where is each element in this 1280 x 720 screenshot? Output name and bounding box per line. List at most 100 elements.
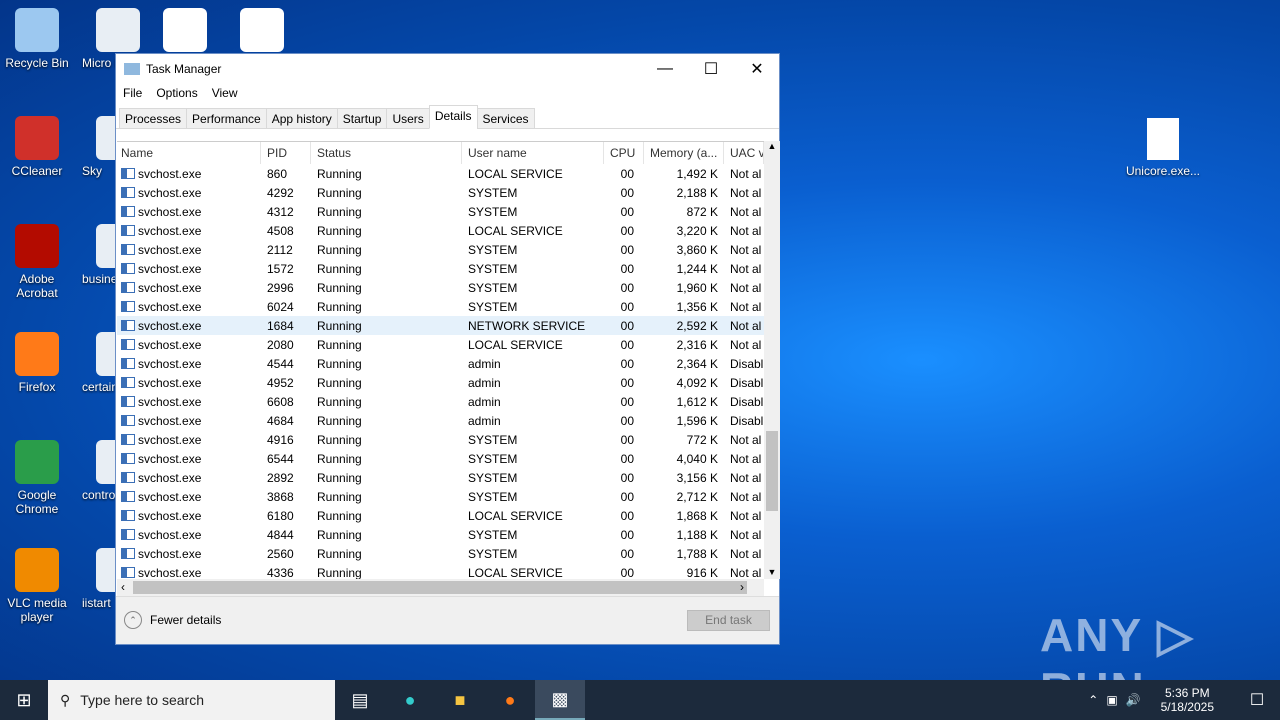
notifications-icon[interactable]: ☐ bbox=[1234, 690, 1280, 710]
table-row[interactable]: svchost.exe 2080 Running LOCAL SERVICE 00 2,3… bbox=[117, 335, 764, 354]
tab-app-history[interactable]: App history bbox=[265, 108, 338, 129]
chevron-up-icon[interactable]: ⌃ bbox=[1088, 693, 1098, 707]
cell: svchost.exe bbox=[138, 470, 202, 485]
table-row[interactable]: svchost.exe 6544 Running SYSTEM 00 4,040 K Not… bbox=[117, 449, 764, 468]
network-icon[interactable]: ▣ bbox=[1106, 693, 1117, 707]
cell: svchost.exe bbox=[138, 356, 202, 371]
cell: 1,492 K bbox=[676, 166, 718, 181]
cell: SYSTEM bbox=[468, 432, 518, 447]
cell: 1,612 K bbox=[676, 394, 718, 409]
cell: 00 bbox=[620, 508, 634, 523]
table-row[interactable]: svchost.exe 4684 Running admin 00 1,596 K Disa… bbox=[117, 411, 764, 430]
table-row[interactable]: svchost.exe 2112 Running SYSTEM 00 3,860 K Not… bbox=[117, 240, 764, 259]
task-view-icon[interactable]: ▤ bbox=[335, 680, 385, 720]
tab-details[interactable]: Details bbox=[428, 105, 478, 129]
menu-view[interactable]: View bbox=[212, 86, 238, 100]
desktop-icon[interactable]: CCleaner bbox=[0, 116, 74, 178]
cell: Running bbox=[317, 318, 362, 333]
table-row[interactable]: svchost.exe 6180 Running LOCAL SERVICE 00 1,8… bbox=[117, 506, 764, 525]
desktop-file-unicore[interactable]: Unicore.exe... bbox=[1125, 118, 1201, 178]
tab-startup[interactable]: Startup bbox=[336, 108, 388, 129]
cell: LOCAL SERVICE bbox=[468, 223, 563, 238]
firefox-icon[interactable]: ● bbox=[485, 680, 535, 720]
clock[interactable]: 5:36 PM 5/18/2025 bbox=[1161, 686, 1214, 714]
cell: 00 bbox=[620, 261, 634, 276]
tab-users[interactable]: Users bbox=[386, 108, 430, 129]
cell: 00 bbox=[620, 546, 634, 561]
desktop-icon-word-doc[interactable] bbox=[148, 8, 222, 56]
cell: 2,364 K bbox=[676, 356, 718, 371]
volume-icon[interactable]: 🔊 bbox=[1126, 693, 1141, 707]
table-row[interactable]: svchost.exe 4508 Running LOCAL SERVICE 00 3,2… bbox=[117, 221, 764, 240]
maximize-button[interactable]: ☐ bbox=[688, 54, 734, 83]
process-icon bbox=[121, 320, 135, 331]
table-row[interactable]: svchost.exe 1684 Running NETWORK SERVICE 00 2… bbox=[117, 316, 764, 335]
table-row[interactable]: svchost.exe 4844 Running SYSTEM 00 1,188 K Not… bbox=[117, 525, 764, 544]
app-icon bbox=[15, 8, 59, 52]
tab-performance[interactable]: Performance bbox=[186, 108, 267, 129]
column-header[interactable]: PID bbox=[261, 142, 311, 164]
table-row[interactable]: svchost.exe 6608 Running admin 00 1,612 K Disa… bbox=[117, 392, 764, 411]
cell: svchost.exe bbox=[138, 432, 202, 447]
file-icon bbox=[1147, 118, 1179, 160]
table-row[interactable]: svchost.exe 3868 Running SYSTEM 00 2,712 K Not… bbox=[117, 487, 764, 506]
desktop-icon[interactable]: VLC media player bbox=[0, 548, 74, 624]
task-manager-taskbar-icon[interactable]: ▩ bbox=[535, 680, 585, 720]
column-header[interactable]: Status bbox=[311, 142, 462, 164]
cell: Running bbox=[317, 204, 362, 219]
close-button[interactable]: ✕ bbox=[734, 54, 780, 83]
menu-file[interactable]: File bbox=[123, 86, 142, 100]
table-row[interactable]: svchost.exe 6024 Running SYSTEM 00 1,356 K Not… bbox=[117, 297, 764, 316]
tab-processes[interactable]: Processes bbox=[119, 108, 188, 129]
table-row[interactable]: svchost.exe 2892 Running SYSTEM 00 3,156 K Not… bbox=[117, 468, 764, 487]
cell: 4684 bbox=[267, 413, 294, 428]
table-row[interactable]: svchost.exe 4336 Running LOCAL SERVICE 00 916… bbox=[117, 563, 764, 579]
cell: svchost.exe bbox=[138, 394, 202, 409]
desktop-icon[interactable]: Google Chrome bbox=[0, 440, 74, 516]
cell: Not al bbox=[730, 318, 762, 333]
start-button[interactable]: ⊞ bbox=[0, 680, 48, 720]
edge-icon[interactable]: ● bbox=[385, 680, 435, 720]
table-row[interactable]: svchost.exe 4952 Running admin 00 4,092 K Disa… bbox=[117, 373, 764, 392]
table-row[interactable]: svchost.exe 860 Running LOCAL SERVICE 00 1,49… bbox=[117, 164, 764, 183]
search-box[interactable]: ⚲ Type here to search bbox=[48, 680, 335, 720]
minimize-button[interactable]: — bbox=[642, 54, 688, 83]
cell: Not al bbox=[730, 261, 762, 276]
cell: 916 K bbox=[686, 565, 718, 580]
cell: 4544 bbox=[267, 356, 294, 371]
menu-options[interactable]: Options bbox=[156, 86, 197, 100]
column-header[interactable]: User name bbox=[462, 142, 604, 164]
cell: SYSTEM bbox=[468, 242, 518, 257]
end-task-button[interactable]: End task bbox=[687, 610, 770, 631]
desktop-icon[interactable]: Firefox bbox=[0, 332, 74, 394]
fewer-details-button[interactable]: ⌃ Fewer details bbox=[124, 611, 221, 629]
table-row[interactable]: svchost.exe 2996 Running SYSTEM 00 1,960 K Not… bbox=[117, 278, 764, 297]
process-icon bbox=[121, 358, 135, 369]
table-row[interactable]: svchost.exe 4312 Running SYSTEM 00 872 K Not a… bbox=[117, 202, 764, 221]
desktop-icon[interactable]: Adobe Acrobat bbox=[0, 224, 74, 300]
table-row[interactable]: svchost.exe 4292 Running SYSTEM 00 2,188 K Not… bbox=[117, 183, 764, 202]
vertical-scrollbar[interactable]: ▲ ▼ bbox=[764, 141, 780, 579]
desktop-icon[interactable]: Recycle Bin bbox=[0, 8, 74, 70]
column-header[interactable]: CPU bbox=[604, 142, 644, 164]
table-row[interactable]: svchost.exe 2560 Running SYSTEM 00 1,788 K Not… bbox=[117, 544, 764, 563]
cell: Running bbox=[317, 185, 362, 200]
cell: 4,092 K bbox=[676, 375, 718, 390]
table-row[interactable]: svchost.exe 4916 Running SYSTEM 00 772 K Not a… bbox=[117, 430, 764, 449]
column-header[interactable]: UAC v bbox=[724, 142, 764, 164]
cell: admin bbox=[468, 356, 501, 371]
table-row[interactable]: svchost.exe 4544 Running admin 00 2,364 K Disa… bbox=[117, 354, 764, 373]
cell: svchost.exe bbox=[138, 299, 202, 314]
cell: Running bbox=[317, 565, 362, 580]
desktop-icon-image[interactable] bbox=[225, 8, 299, 56]
file-explorer-icon[interactable]: ■ bbox=[435, 680, 485, 720]
column-header[interactable]: Memory (a... bbox=[644, 142, 724, 164]
cell: Not al bbox=[730, 432, 762, 447]
cell: 3,220 K bbox=[676, 223, 718, 238]
horizontal-scrollbar[interactable]: ‹ › bbox=[117, 579, 764, 596]
tab-services[interactable]: Services bbox=[476, 108, 535, 129]
process-icon bbox=[121, 377, 135, 388]
table-row[interactable]: svchost.exe 1572 Running SYSTEM 00 1,244 K Not… bbox=[117, 259, 764, 278]
column-header[interactable]: Name bbox=[117, 142, 261, 164]
task-manager-icon bbox=[124, 62, 140, 75]
